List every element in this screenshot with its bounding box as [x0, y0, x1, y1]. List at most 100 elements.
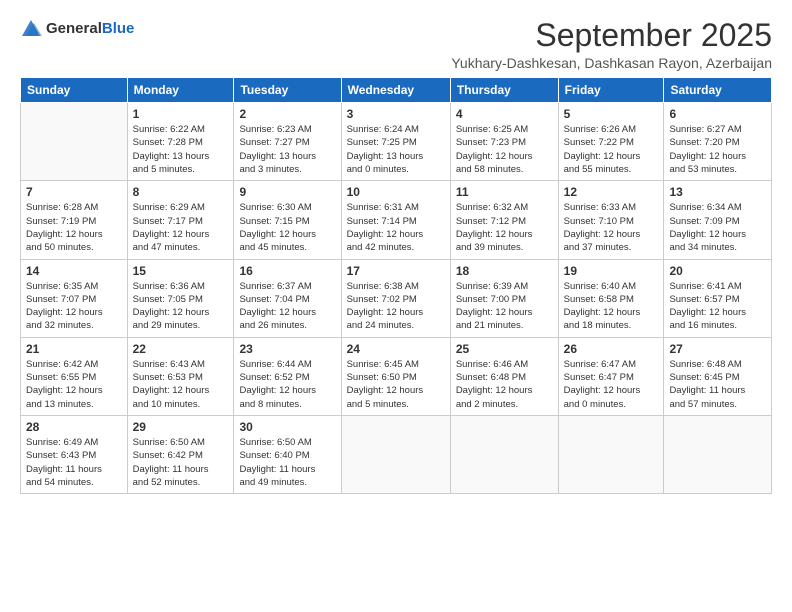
- day-info: Sunrise: 6:50 AMSunset: 6:40 PMDaylight:…: [239, 436, 335, 489]
- day-info: Sunrise: 6:37 AMSunset: 7:04 PMDaylight:…: [239, 280, 335, 333]
- logo-general: GeneralBlue: [46, 20, 134, 38]
- calendar-header-row: SundayMondayTuesdayWednesdayThursdayFrid…: [21, 78, 772, 103]
- day-number: 7: [26, 185, 122, 199]
- calendar-cell: 19 Sunrise: 6:40 AMSunset: 6:58 PMDayligh…: [558, 259, 664, 337]
- day-info: Sunrise: 6:48 AMSunset: 6:45 PMDaylight:…: [669, 358, 766, 411]
- calendar-cell: 30 Sunrise: 6:50 AMSunset: 6:40 PMDayligh…: [234, 415, 341, 493]
- day-number: 26: [564, 342, 659, 356]
- day-info: Sunrise: 6:40 AMSunset: 6:58 PMDaylight:…: [564, 280, 659, 333]
- col-header-thursday: Thursday: [450, 78, 558, 103]
- day-info: Sunrise: 6:33 AMSunset: 7:10 PMDaylight:…: [564, 201, 659, 254]
- day-info: Sunrise: 6:34 AMSunset: 7:09 PMDaylight:…: [669, 201, 766, 254]
- day-info: Sunrise: 6:28 AMSunset: 7:19 PMDaylight:…: [26, 201, 122, 254]
- col-header-wednesday: Wednesday: [341, 78, 450, 103]
- page: GeneralBlue September 2025 Yukhary-Dashk…: [0, 0, 792, 612]
- calendar-cell: 1 Sunrise: 6:22 AMSunset: 7:28 PMDaylight…: [127, 103, 234, 181]
- day-number: 1: [133, 107, 229, 121]
- calendar-cell: 11Sunrise: 6:32 AMSunset: 7:12 PMDayligh…: [450, 181, 558, 259]
- day-info: Sunrise: 6:50 AMSunset: 6:42 PMDaylight:…: [133, 436, 229, 489]
- calendar-cell: 27Sunrise: 6:48 AMSunset: 6:45 PMDayligh…: [664, 337, 772, 415]
- day-number: 20: [669, 264, 766, 278]
- day-info: Sunrise: 6:45 AMSunset: 6:50 PMDaylight:…: [347, 358, 445, 411]
- calendar-cell: [664, 415, 772, 493]
- day-number: 6: [669, 107, 766, 121]
- day-info: Sunrise: 6:44 AMSunset: 6:52 PMDaylight:…: [239, 358, 335, 411]
- day-number: 14: [26, 264, 122, 278]
- day-number: 19: [564, 264, 659, 278]
- day-info: Sunrise: 6:29 AMSunset: 7:17 PMDaylight:…: [133, 201, 229, 254]
- day-info: Sunrise: 6:43 AMSunset: 6:53 PMDaylight:…: [133, 358, 229, 411]
- day-number: 22: [133, 342, 229, 356]
- logo-icon: [20, 18, 42, 40]
- day-number: 12: [564, 185, 659, 199]
- col-header-monday: Monday: [127, 78, 234, 103]
- day-number: 15: [133, 264, 229, 278]
- calendar-cell: 2 Sunrise: 6:23 AMSunset: 7:27 PMDaylight…: [234, 103, 341, 181]
- calendar-cell: [341, 415, 450, 493]
- day-number: 11: [456, 185, 553, 199]
- day-number: 10: [347, 185, 445, 199]
- col-header-saturday: Saturday: [664, 78, 772, 103]
- calendar-cell: 6 Sunrise: 6:27 AMSunset: 7:20 PMDaylight…: [664, 103, 772, 181]
- subtitle: Yukhary-Dashkesan, Dashkasan Rayon, Azer…: [451, 55, 772, 71]
- calendar-cell: 15 Sunrise: 6:36 AMSunset: 7:05 PMDayligh…: [127, 259, 234, 337]
- week-row-4: 21 Sunrise: 6:42 AMSunset: 6:55 PMDayligh…: [21, 337, 772, 415]
- day-info: Sunrise: 6:23 AMSunset: 7:27 PMDaylight:…: [239, 123, 335, 176]
- day-number: 23: [239, 342, 335, 356]
- day-info: Sunrise: 6:39 AMSunset: 7:00 PMDaylight:…: [456, 280, 553, 333]
- calendar-cell: [21, 103, 128, 181]
- day-number: 25: [456, 342, 553, 356]
- week-row-1: 1 Sunrise: 6:22 AMSunset: 7:28 PMDaylight…: [21, 103, 772, 181]
- day-info: Sunrise: 6:46 AMSunset: 6:48 PMDaylight:…: [456, 358, 553, 411]
- logo: GeneralBlue: [20, 18, 134, 40]
- day-info: Sunrise: 6:27 AMSunset: 7:20 PMDaylight:…: [669, 123, 766, 176]
- col-header-sunday: Sunday: [21, 78, 128, 103]
- day-info: Sunrise: 6:24 AMSunset: 7:25 PMDaylight:…: [347, 123, 445, 176]
- day-info: Sunrise: 6:36 AMSunset: 7:05 PMDaylight:…: [133, 280, 229, 333]
- day-number: 3: [347, 107, 445, 121]
- main-title: September 2025: [451, 18, 772, 53]
- day-info: Sunrise: 6:35 AMSunset: 7:07 PMDaylight:…: [26, 280, 122, 333]
- day-number: 28: [26, 420, 122, 434]
- week-row-2: 7 Sunrise: 6:28 AMSunset: 7:19 PMDaylight…: [21, 181, 772, 259]
- day-number: 8: [133, 185, 229, 199]
- day-number: 9: [239, 185, 335, 199]
- calendar: SundayMondayTuesdayWednesdayThursdayFrid…: [20, 77, 772, 494]
- calendar-cell: 24Sunrise: 6:45 AMSunset: 6:50 PMDayligh…: [341, 337, 450, 415]
- calendar-cell: 5Sunrise: 6:26 AMSunset: 7:22 PMDaylight…: [558, 103, 664, 181]
- day-info: Sunrise: 6:42 AMSunset: 6:55 PMDaylight:…: [26, 358, 122, 411]
- week-row-3: 14 Sunrise: 6:35 AMSunset: 7:07 PMDayligh…: [21, 259, 772, 337]
- calendar-cell: 23 Sunrise: 6:44 AMSunset: 6:52 PMDayligh…: [234, 337, 341, 415]
- calendar-cell: 28 Sunrise: 6:49 AMSunset: 6:43 PMDayligh…: [21, 415, 128, 493]
- calendar-cell: [558, 415, 664, 493]
- calendar-cell: 18Sunrise: 6:39 AMSunset: 7:00 PMDayligh…: [450, 259, 558, 337]
- calendar-cell: 21 Sunrise: 6:42 AMSunset: 6:55 PMDayligh…: [21, 337, 128, 415]
- day-info: Sunrise: 6:41 AMSunset: 6:57 PMDaylight:…: [669, 280, 766, 333]
- day-info: Sunrise: 6:25 AMSunset: 7:23 PMDaylight:…: [456, 123, 553, 176]
- day-info: Sunrise: 6:47 AMSunset: 6:47 PMDaylight:…: [564, 358, 659, 411]
- calendar-cell: 9Sunrise: 6:30 AMSunset: 7:15 PMDaylight…: [234, 181, 341, 259]
- calendar-cell: 14 Sunrise: 6:35 AMSunset: 7:07 PMDayligh…: [21, 259, 128, 337]
- day-number: 2: [239, 107, 335, 121]
- day-info: Sunrise: 6:49 AMSunset: 6:43 PMDaylight:…: [26, 436, 122, 489]
- calendar-cell: 13 Sunrise: 6:34 AMSunset: 7:09 PMDayligh…: [664, 181, 772, 259]
- calendar-cell: 22 Sunrise: 6:43 AMSunset: 6:53 PMDayligh…: [127, 337, 234, 415]
- calendar-cell: 7 Sunrise: 6:28 AMSunset: 7:19 PMDaylight…: [21, 181, 128, 259]
- day-info: Sunrise: 6:22 AMSunset: 7:28 PMDaylight:…: [133, 123, 229, 176]
- day-number: 17: [347, 264, 445, 278]
- day-info: Sunrise: 6:31 AMSunset: 7:14 PMDaylight:…: [347, 201, 445, 254]
- calendar-cell: 4Sunrise: 6:25 AMSunset: 7:23 PMDaylight…: [450, 103, 558, 181]
- week-row-5: 28 Sunrise: 6:49 AMSunset: 6:43 PMDayligh…: [21, 415, 772, 493]
- day-info: Sunrise: 6:26 AMSunset: 7:22 PMDaylight:…: [564, 123, 659, 176]
- calendar-cell: 16 Sunrise: 6:37 AMSunset: 7:04 PMDayligh…: [234, 259, 341, 337]
- calendar-cell: 10 Sunrise: 6:31 AMSunset: 7:14 PMDayligh…: [341, 181, 450, 259]
- calendar-cell: 17 Sunrise: 6:38 AMSunset: 7:02 PMDayligh…: [341, 259, 450, 337]
- day-info: Sunrise: 6:38 AMSunset: 7:02 PMDaylight:…: [347, 280, 445, 333]
- col-header-friday: Friday: [558, 78, 664, 103]
- header: GeneralBlue September 2025 Yukhary-Dashk…: [20, 18, 772, 71]
- day-number: 21: [26, 342, 122, 356]
- day-number: 13: [669, 185, 766, 199]
- day-number: 29: [133, 420, 229, 434]
- day-number: 16: [239, 264, 335, 278]
- day-number: 30: [239, 420, 335, 434]
